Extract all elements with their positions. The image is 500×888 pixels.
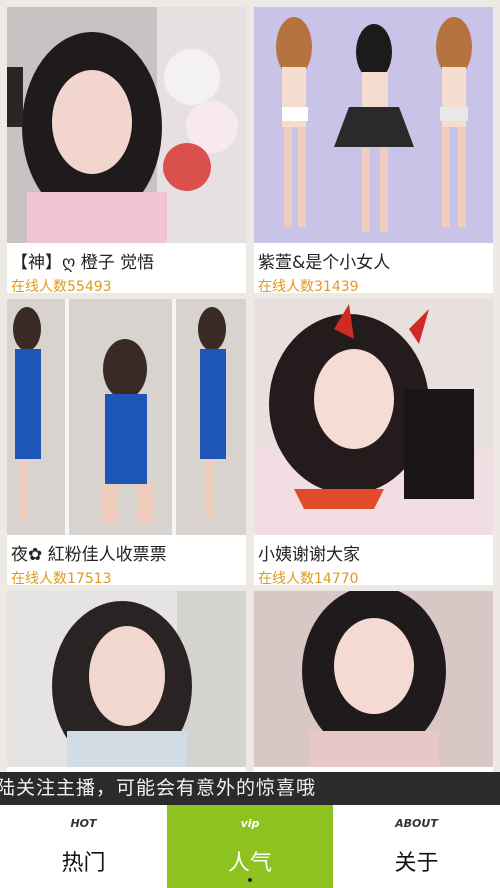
stream-thumbnail[interactable] xyxy=(254,591,493,767)
stream-thumbnail[interactable] xyxy=(254,7,493,243)
tab-hot-label: 热门 xyxy=(61,851,106,876)
stream-card[interactable]: 紫萱&是个小女人 在线人数31439 xyxy=(254,7,493,295)
stream-thumbnail[interactable] xyxy=(7,7,246,243)
tab-about[interactable]: ABOUT 关于 xyxy=(333,805,500,888)
stream-grid: 【神】ღ 橙子 觉悟 在线人数55493 紫萱&是个小女人 在线人数31439 … xyxy=(0,0,500,772)
streamer-name: 小姨谢谢大家 xyxy=(258,545,360,565)
stream-card[interactable] xyxy=(254,591,493,772)
tab-popular[interactable]: vip 人气 xyxy=(167,805,333,888)
bottom-tab-bar: HOT 热门 vip 人气 ABOUT 关于 xyxy=(0,805,500,888)
online-count: 在线人数17513 xyxy=(11,571,112,587)
announcement-ticker: 陆关注主播，可能会有意外的惊喜哦 xyxy=(0,772,500,805)
stream-card[interactable]: 夜✿ 紅粉佳人收票票 在线人数17513 xyxy=(7,299,246,587)
tab-popular-en-label: vip xyxy=(240,817,260,830)
streamer-name: 紫萱&是个小女人 xyxy=(258,253,391,273)
online-count: 在线人数14770 xyxy=(258,571,359,587)
tab-hot[interactable]: HOT 热门 xyxy=(0,805,167,888)
streamer-name: 夜✿ 紅粉佳人收票票 xyxy=(11,545,167,565)
online-count: 在线人数31439 xyxy=(258,279,359,295)
tab-popular-label: 人气 xyxy=(227,851,272,876)
tab-hot-en-label: HOT xyxy=(70,817,97,830)
stream-card[interactable]: 小姨谢谢大家 在线人数14770 xyxy=(254,299,493,587)
streamer-name: 【神】ღ 橙子 觉悟 xyxy=(11,253,155,273)
ticker-text: 陆关注主播，可能会有意外的惊喜哦 xyxy=(0,777,317,799)
stream-card[interactable]: 【神】ღ 橙子 觉悟 在线人数55493 xyxy=(7,7,246,295)
stream-thumbnail[interactable] xyxy=(7,591,246,767)
online-count: 在线人数55493 xyxy=(11,279,112,295)
stream-thumbnail[interactable] xyxy=(254,299,493,535)
active-indicator-dot xyxy=(248,878,252,882)
stream-thumbnail[interactable] xyxy=(7,299,246,535)
tab-about-label: 关于 xyxy=(394,851,439,876)
tab-about-en-label: ABOUT xyxy=(395,817,438,830)
stream-card[interactable] xyxy=(7,591,246,772)
